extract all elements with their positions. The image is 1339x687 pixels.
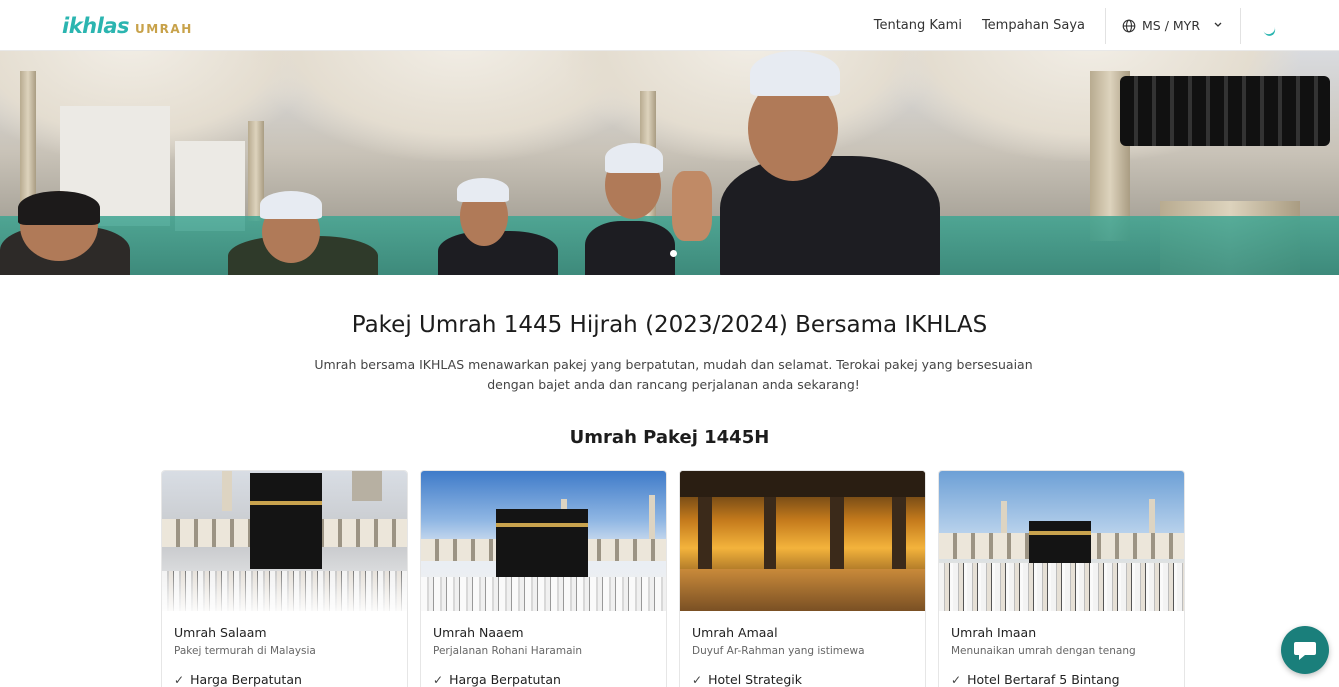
nav-links: Tentang Kami Tempahan Saya MS / MYR [874, 0, 1339, 51]
package-image [162, 471, 407, 611]
package-image [680, 471, 925, 611]
package-image [421, 471, 666, 611]
package-feature-label: Harga Berpatutan [190, 672, 302, 687]
package-image [939, 471, 1184, 611]
package-description: Pakej termurah di Malaysia [174, 645, 316, 657]
package-feature: ✓ Hotel Bertaraf 5 Bintang [951, 672, 1172, 687]
section-title: Umrah Pakej 1445H [569, 427, 770, 448]
loading-spinner [1241, 0, 1339, 51]
chat-button[interactable] [1281, 626, 1329, 674]
package-description: Duyuf Ar-Rahman yang istimewa [692, 645, 865, 657]
nav-link-tempahan-saya[interactable]: Tempahan Saya [982, 18, 1085, 33]
chevron-down-icon [1214, 22, 1222, 27]
package-feature-label: Hotel Strategik [708, 672, 803, 687]
package-description: Perjalanan Rohani Haramain [433, 645, 583, 657]
package-feature: ✓ Harga Berpatutan [174, 672, 395, 687]
package-feature: ✓ Hotel Strategik [692, 672, 913, 687]
check-icon: ✓ [951, 672, 962, 687]
page-title: Pakej Umrah 1445 Hijrah (2023/2024) Bers… [351, 312, 988, 338]
carousel-indicator-dot[interactable] [670, 250, 677, 257]
logo-main-text: ikhlas [62, 14, 129, 38]
nav-link-tentang-kami[interactable]: Tentang Kami [874, 18, 962, 33]
page-subtitle: Umrah bersama IKHLAS menawarkan pakej ya… [314, 357, 1033, 392]
hero-banner [0, 51, 1339, 275]
package-card-list: Umrah Salaam Pakej termurah di Malaysia … [161, 470, 1186, 687]
package-card-salaam[interactable]: Umrah Salaam Pakej termurah di Malaysia … [161, 470, 408, 687]
check-icon: ✓ [433, 672, 444, 687]
language-label: MS / MYR [1142, 18, 1200, 33]
logo[interactable]: ikhlas UMRAH [62, 14, 193, 38]
package-feature: ✓ Harga Berpatutan [433, 672, 654, 687]
package-card-amaal[interactable]: Umrah Amaal Duyuf Ar-Rahman yang istimew… [679, 470, 926, 687]
globe-icon [1122, 19, 1136, 32]
package-card-naaem[interactable]: Umrah Naaem Perjalanan Rohani Haramain ✓… [420, 470, 667, 687]
check-icon: ✓ [692, 672, 703, 687]
package-name: Umrah Naaem [433, 625, 524, 640]
chat-bubble-icon [1294, 642, 1316, 660]
package-feature-label: Hotel Bertaraf 5 Bintang [967, 672, 1120, 687]
package-name: Umrah Amaal [692, 625, 778, 640]
package-name: Umrah Imaan [951, 625, 1037, 640]
logo-sub-text: UMRAH [134, 22, 193, 36]
check-icon: ✓ [174, 672, 185, 687]
package-description: Menunaikan umrah dengan tenang [951, 645, 1136, 657]
navbar: ikhlas UMRAH Tentang Kami Tempahan Saya … [0, 0, 1339, 51]
package-name: Umrah Salaam [174, 625, 267, 640]
language-currency-selector[interactable]: MS / MYR [1106, 18, 1240, 33]
package-feature-label: Harga Berpatutan [449, 672, 561, 687]
package-card-imaan[interactable]: Umrah Imaan Menunaikan umrah dengan tena… [938, 470, 1185, 687]
